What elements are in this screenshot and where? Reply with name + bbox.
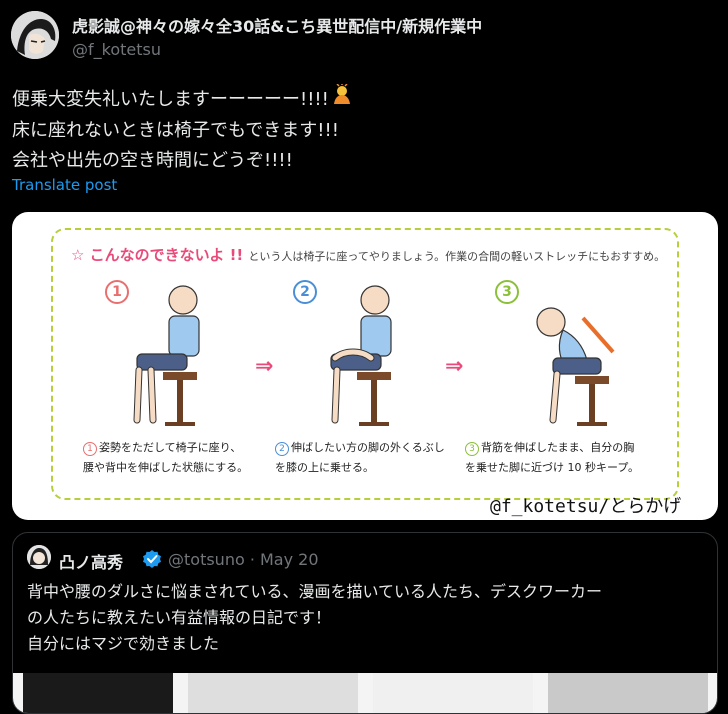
headline-subtext: という人は椅子に座ってやりましょう。作業の合間の軽いストレッチにもおすすめ。 [248, 250, 666, 263]
post-line-2: 床に座れないときは椅子でもできます!!! [12, 120, 339, 141]
step-2-number: 2 [293, 280, 317, 304]
quoted-post-media-strip[interactable] [13, 673, 717, 713]
step-3-caption-number: 3 [465, 442, 479, 456]
author-avatar[interactable] [11, 11, 59, 59]
verified-badge-icon [142, 549, 162, 573]
step-2-caption-line-1: 伸ばしたい方の脚の外くるぶし [291, 441, 445, 454]
step-1-caption-line-1: 姿勢をただして椅子に座り、 [99, 441, 242, 454]
quoted-line-2: の人たちに教えたい有益情報の日記です！ [27, 608, 332, 627]
quoted-author-handle-and-date[interactable]: @totsuno · May 20 [168, 550, 319, 569]
illustration-frame: ☆ こんなのできないよ !! という人は椅子に座ってやりましょう。作業の合間の軽… [51, 228, 679, 500]
quoted-author-avatar[interactable] [27, 545, 51, 569]
step-1-caption: 1 姿勢をただして椅子に座り、 腰や背中を伸ばした状態にする。 [83, 438, 248, 478]
post-text: 便乗大変失礼いたしますーーーーー!!!! 床に座れないときは椅子でもできます!!… [12, 83, 353, 176]
illustration-headline: ☆ こんなのできないよ !! という人は椅子に座ってやりましょう。作業の合間の軽… [71, 244, 665, 265]
quoted-line-1: 背中や腰のダルさに悩まされている、漫画を描いている人たち、デスクワーカー [27, 582, 603, 601]
step-1-figure [133, 285, 200, 426]
author-handle[interactable]: @f_kotetsu [72, 40, 161, 59]
step-3-caption-line-1: 背筋を伸ばしたまま、自分の胸 [481, 441, 635, 454]
step-2-caption: 2 伸ばしたい方の脚の外くるぶし を膝の上に乗せる。 [275, 438, 445, 478]
step-1-caption-number: 1 [83, 442, 97, 456]
quoted-author-name[interactable]: 凸ノ高秀 [59, 549, 123, 573]
post-line-3: 会社や出先の空き時間にどうぞ!!!! [12, 150, 293, 171]
translate-post-link[interactable]: Translate post [12, 176, 117, 194]
step-2-figure [330, 285, 392, 426]
arrow-1: ⇒ [255, 354, 274, 379]
arrow-2: ⇒ [445, 354, 464, 379]
quoted-post-text: 背中や腰のダルさに悩まされている、漫画を描いている人たち、デスクワーカー の人た… [27, 579, 602, 657]
step-2-caption-number: 2 [275, 442, 289, 456]
post-line-1: 便乗大変失礼いたしますーーーーー!!!! [12, 89, 329, 110]
step-2-caption-line-2: を膝の上に乗せる。 [275, 461, 374, 474]
step-3-caption-line-2: を乗せた脚に近づけ 10 秒キープ。 [465, 461, 639, 474]
bowing-person-emoji-icon [331, 83, 353, 116]
illustration-credit: @f_kotetsu/とらかげ [490, 496, 682, 517]
author-display-name[interactable]: 虎影誠@神々の嫁々全30話&こち異世配信中/新規作業中 [72, 13, 482, 37]
step-3-caption: 3 背筋を伸ばしたまま、自分の胸 を乗せた脚に近づけ 10 秒キープ。 [465, 438, 639, 478]
step-1-caption-line-2: 腰や背中を伸ばした状態にする。 [83, 461, 249, 474]
step-3-figure [536, 307, 615, 426]
quoted-post[interactable]: 凸ノ高秀 @totsuno · May 20 背中や腰のダルさに悩まされている、… [12, 532, 718, 714]
headline-emphasis: ☆ こんなのできないよ !! [71, 246, 244, 264]
post-image[interactable]: ☆ こんなのできないよ !! という人は椅子に座ってやりましょう。作業の合間の軽… [12, 212, 718, 520]
quoted-line-3: 自分にはマジで効きました [27, 634, 220, 653]
